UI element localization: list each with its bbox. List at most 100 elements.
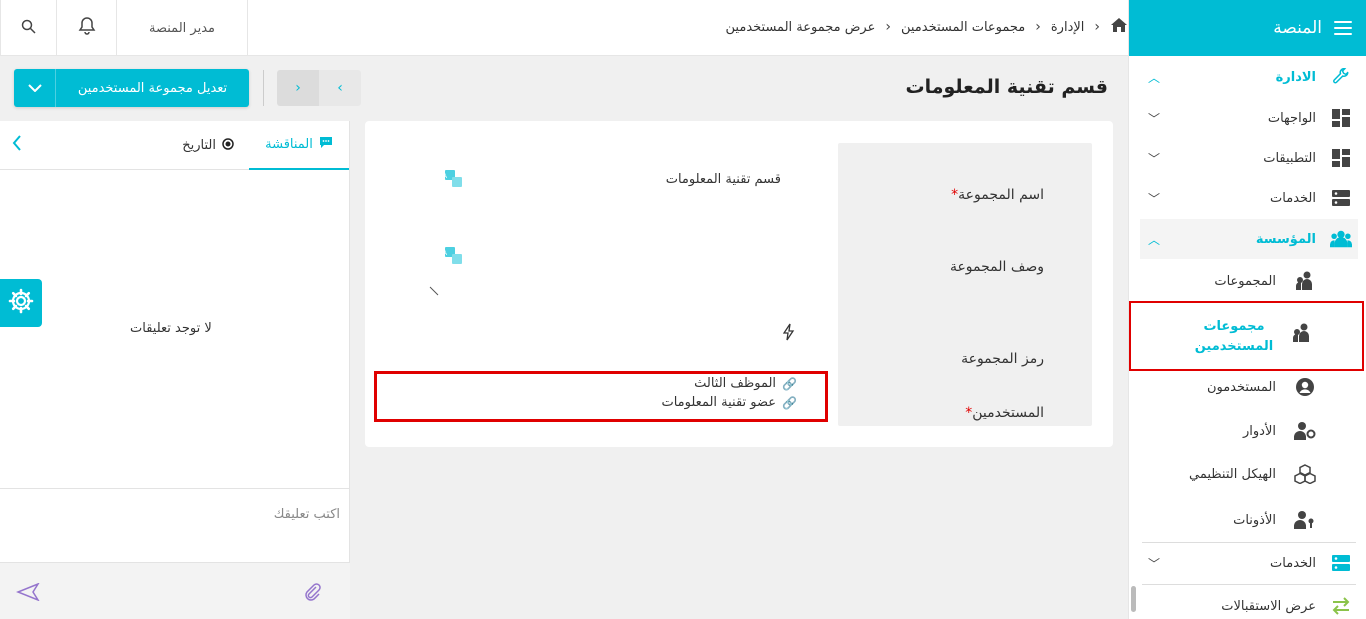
sidebar-section-admin[interactable]: الادارة ︿	[1136, 66, 1366, 88]
sidebar-item-label: الخدمات	[1270, 190, 1316, 206]
search-button[interactable]	[0, 0, 57, 56]
field-label-text: وصف المجموعة	[949, 259, 1044, 275]
sidebar-item-services[interactable]: الخدمات ﹀	[1136, 187, 1366, 209]
user-link-label: عضو تقنية المعلومات	[661, 395, 777, 410]
server-icon	[1330, 552, 1352, 574]
menu-icon[interactable]	[1334, 21, 1352, 35]
sidebar-item-users[interactable]: المستخدمون	[1136, 376, 1366, 398]
sidebar: المنصة الادارة ︿ الواجهات ﹀ التطبيقات ﹀ …	[1128, 0, 1366, 619]
cubes-icon	[1294, 463, 1316, 485]
swap-arrows-icon	[1330, 595, 1352, 617]
sidebar-item-permissions[interactable]: الأذونات	[1136, 509, 1366, 531]
field-label-text: المستخدمين	[972, 405, 1044, 421]
sidebar-item-receptions[interactable]: عرض الاستقبالات	[1136, 595, 1366, 617]
sidebar-item-label: الخدمات	[1270, 555, 1316, 571]
paperclip-icon[interactable]	[304, 583, 322, 605]
prev-record-button[interactable]: ‹	[277, 70, 319, 106]
user-label: مدير المنصة	[149, 20, 215, 36]
svg-text:A: A	[445, 172, 447, 180]
toolbar-divider	[263, 70, 264, 106]
sidebar-item-label: الأدوار	[1243, 423, 1276, 439]
chevron-right-icon: ›	[337, 80, 343, 96]
dashboard-icon	[1330, 147, 1352, 169]
translate-icon[interactable]: A	[442, 247, 463, 265]
discussion-panel: المناقشة التاريخ لا توجد تعليقات اكتب تع…	[0, 121, 350, 619]
tab-label: التاريخ	[182, 138, 216, 153]
send-icon[interactable]	[15, 582, 40, 605]
settings-button[interactable]	[0, 279, 42, 327]
sidebar-divider	[1142, 542, 1356, 543]
comment-toolbar	[0, 562, 350, 619]
breadcrumb-item-current: عرض مجموعة المستخدمين	[725, 19, 876, 35]
breadcrumb: ‹ الإدارة ‹ مجموعات المستخدمين ‹ عرض مجم…	[726, 18, 1128, 36]
sidebar-header[interactable]: المنصة	[1129, 0, 1366, 56]
tab-history[interactable]: التاريخ	[182, 121, 234, 170]
sidebar-item-interfaces[interactable]: الواجهات ﹀	[1136, 107, 1366, 129]
notifications-button[interactable]	[57, 0, 117, 56]
chevron-down-icon[interactable]: ﹀	[1148, 555, 1160, 572]
resize-handle-icon[interactable]	[429, 285, 439, 300]
edit-user-group-button[interactable]: تعديل مجموعة المستخدمين	[14, 69, 249, 107]
people-group-icon	[1330, 228, 1352, 250]
user-link-item[interactable]: 🔗 عضو تقنية المعلومات	[661, 395, 797, 410]
link-icon: 🔗	[782, 395, 797, 410]
chevron-down-icon[interactable]: ﹀	[1148, 150, 1160, 167]
breadcrumb-item[interactable]: مجموعات المستخدمين	[901, 20, 1025, 35]
sidebar-item-apps[interactable]: التطبيقات ﹀	[1136, 147, 1366, 169]
chevron-down-icon[interactable]: ﹀	[1148, 190, 1160, 207]
breadcrumb-item[interactable]: الإدارة	[1051, 20, 1085, 35]
users-list: 🔗 الموظف الثالث 🔗 عضو تقنية المعلومات	[374, 371, 828, 422]
sidebar-section-organization[interactable]: المؤسسة ︿	[1136, 228, 1366, 250]
sidebar-divider	[1142, 584, 1356, 585]
sidebar-section-label: المؤسسة	[1255, 231, 1316, 247]
sidebar-item-user-groups[interactable]: مجموعات المستخدمين	[1129, 301, 1364, 371]
chevron-up-icon[interactable]: ︿	[1148, 231, 1160, 248]
tab-discussion[interactable]: المناقشة	[249, 121, 349, 170]
sidebar-item-services-2[interactable]: الخدمات ﹀	[1136, 552, 1366, 574]
empty-comments-text: لا توجد تعليقات	[130, 321, 212, 336]
chat-icon	[319, 136, 333, 153]
user-key-icon	[1294, 509, 1316, 531]
gear-icon	[8, 288, 34, 318]
chevron-down-icon[interactable]: ﹀	[1148, 110, 1160, 127]
sidebar-item-label: الهيكل التنظيمي	[1188, 466, 1276, 482]
chevron-down-icon[interactable]	[14, 69, 56, 107]
top-tools: مدير المنصة	[0, 0, 248, 56]
sidebar-item-roles[interactable]: الأدوار	[1136, 420, 1366, 442]
comment-placeholder: اكتب تعليقك	[273, 507, 340, 522]
discussion-tabs: المناقشة التاريخ	[0, 121, 349, 170]
field-label-group-name: اسم المجموعة*	[951, 187, 1044, 203]
chevron-up-icon[interactable]: ︿	[1148, 69, 1160, 86]
user-link-item[interactable]: 🔗 الموظف الثالث	[694, 376, 797, 391]
sidebar-item-label: التطبيقات	[1263, 150, 1316, 166]
chevron-left-icon: ‹	[885, 19, 891, 35]
field-label-text: رمز المجموعة	[961, 351, 1044, 367]
radio-dot-icon	[222, 137, 234, 154]
sidebar-item-label: عرض الاستقبالات	[1221, 598, 1316, 614]
sidebar-item-label: المجموعات	[1214, 273, 1276, 289]
chevron-left-icon: ‹	[1035, 19, 1041, 35]
translate-icon[interactable]: A	[442, 170, 463, 188]
comment-input[interactable]: اكتب تعليقك	[0, 488, 350, 562]
sidebar-item-groups[interactable]: المجموعات	[1136, 270, 1366, 292]
field-label-text: اسم المجموعة	[958, 187, 1044, 203]
sidebar-item-label: الأذونات	[1233, 512, 1276, 528]
link-icon: 🔗	[782, 376, 797, 391]
page-title: قسم تقنية المعلومات	[905, 76, 1108, 98]
bolt-icon[interactable]	[782, 323, 795, 345]
user-cog-icon	[1294, 420, 1316, 442]
field-label-group-description: وصف المجموعة	[950, 259, 1044, 275]
user-menu[interactable]: مدير المنصة	[117, 0, 248, 56]
chevron-left-icon[interactable]	[12, 135, 22, 155]
user-link-label: الموظف الثالث	[694, 376, 777, 391]
home-icon[interactable]	[1110, 18, 1128, 36]
sidebar-item-org-structure[interactable]: الهيكل التنظيمي	[1136, 463, 1366, 485]
wrench-icon	[1330, 66, 1352, 88]
svg-text:A: A	[445, 249, 447, 257]
field-label-group-code: رمز المجموعة	[961, 351, 1044, 367]
server-icon	[1330, 187, 1352, 209]
sidebar-scrollbar[interactable]	[1131, 586, 1136, 612]
sidebar-item-label: الواجهات	[1267, 110, 1316, 126]
next-record-button[interactable]: ›	[319, 70, 361, 106]
chevron-left-icon: ‹	[295, 80, 301, 96]
